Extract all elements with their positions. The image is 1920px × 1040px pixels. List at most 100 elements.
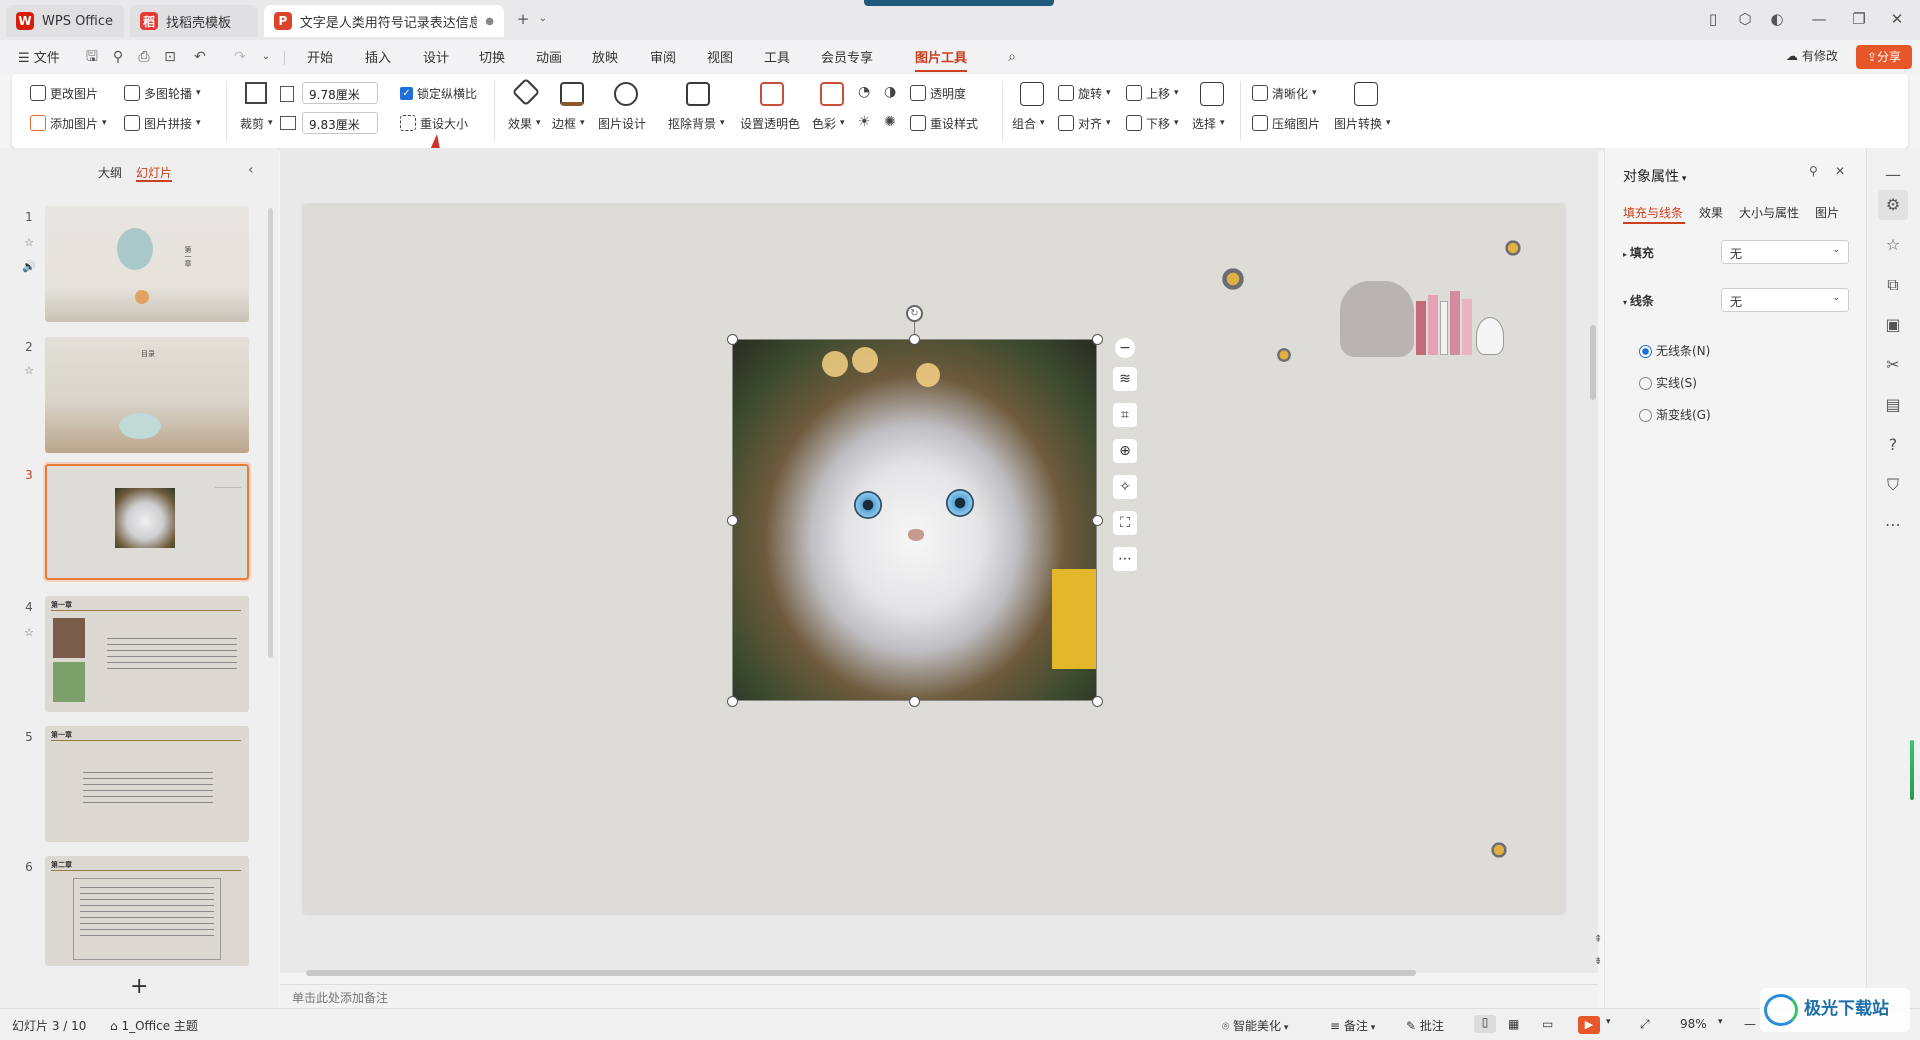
shirt-icon[interactable]: ⛉ — [1878, 470, 1908, 500]
more-options-icon[interactable]: ⋯ — [1112, 546, 1138, 572]
remove-bg-button[interactable]: 抠除背景 ▾ — [668, 82, 732, 142]
menu-animation[interactable]: 动画 — [536, 47, 562, 67]
copy-icon[interactable]: ⧉ — [1878, 270, 1908, 300]
slides-tab[interactable]: 幻灯片 — [136, 164, 172, 181]
multi-carousel-button[interactable]: 多图轮播 ▾ — [124, 82, 201, 104]
more-chevron-icon[interactable]: ⌄ — [256, 47, 276, 67]
radio-no-line[interactable]: 无线条(N) — [1639, 342, 1710, 359]
move-down-button[interactable]: 下移 ▾ — [1126, 112, 1179, 134]
radio-solid-line[interactable]: 实线(S) — [1639, 374, 1697, 391]
resize-handle[interactable] — [1092, 334, 1103, 345]
convert-button[interactable]: 图片转换 ▾ — [1334, 82, 1398, 142]
menu-review[interactable]: 审阅 — [650, 47, 676, 67]
contrast-up-icon[interactable]: ◑ — [884, 84, 896, 100]
resize-handle[interactable] — [909, 696, 920, 707]
width-field[interactable]: 9.78厘米 — [302, 82, 378, 104]
change-picture-button[interactable]: 更改图片 — [30, 82, 98, 104]
resize-handle[interactable] — [727, 515, 738, 526]
avatar-icon[interactable]: ◐ — [1766, 8, 1788, 30]
line-select[interactable]: 无 ⌄ — [1721, 288, 1849, 312]
tab-effects[interactable]: 效果 — [1699, 204, 1723, 221]
add-slide-icon[interactable]: + — [130, 974, 148, 999]
resize-handle[interactable] — [1092, 515, 1103, 526]
minimize-sidebar-icon[interactable]: — — [1878, 160, 1908, 190]
share-button[interactable]: ⇪分享 — [1856, 45, 1912, 69]
scrollbar-thumb[interactable] — [1590, 325, 1596, 400]
outline-tab[interactable]: 大纲 — [98, 164, 122, 181]
collapse-panel-icon[interactable]: ‹ — [248, 162, 254, 178]
menu-tools[interactable]: 工具 — [764, 47, 790, 67]
theme-name[interactable]: ⌂ 1_Office 主题 — [110, 1017, 198, 1034]
play-slideshow-icon[interactable]: ▶ — [1578, 1016, 1600, 1034]
tab-picture[interactable]: 图片 — [1815, 204, 1839, 221]
layout-icon[interactable]: ▯ — [1702, 8, 1724, 30]
cube-icon[interactable]: ⬡ — [1734, 8, 1756, 30]
prev-slide-icon[interactable]: ⇞ — [1594, 934, 1602, 945]
play-options-chevron-icon[interactable]: ▾ — [1606, 1017, 1611, 1027]
picture-edit-icon[interactable]: ▣ — [1878, 310, 1908, 340]
print-icon[interactable]: ⎙ — [134, 47, 154, 67]
align-button[interactable]: 对齐 ▾ — [1058, 112, 1111, 134]
group-button[interactable]: 组合 ▾ — [1012, 82, 1052, 142]
move-up-button[interactable]: 上移 ▾ — [1126, 82, 1179, 104]
restore-icon[interactable]: ❐ — [1848, 8, 1870, 30]
help-icon[interactable]: ? — [1878, 430, 1908, 460]
picture-design-button[interactable]: 图片设计 — [598, 82, 658, 142]
slide-thumbnail-6[interactable]: 第二章 — [45, 856, 249, 966]
zoom-out-icon[interactable]: — — [1744, 1017, 1756, 1031]
grid-view-icon[interactable]: ▦ — [1508, 1017, 1519, 1031]
brightness-down-icon[interactable]: ☀ — [858, 114, 871, 130]
lock-ratio-checkbox[interactable]: ✓ 锁定纵横比 — [400, 82, 477, 104]
print-preview-icon[interactable]: ⊡ — [160, 47, 180, 67]
crop-tool-icon[interactable]: ⌗ — [1112, 402, 1138, 428]
crop-button[interactable]: 裁剪 ▾ — [240, 82, 274, 142]
notes-button[interactable]: ≡ 备注 ▾ — [1330, 1017, 1375, 1034]
book-icon[interactable]: ▤ — [1878, 390, 1908, 420]
undo-icon[interactable]: ↶ — [190, 47, 210, 67]
add-picture-button[interactable]: 添加图片 ▾ — [30, 112, 107, 134]
close-panel-icon[interactable]: ✕ — [1835, 164, 1845, 178]
border-button[interactable]: 边框 ▾ — [552, 82, 592, 142]
height-field[interactable]: 9.83厘米 — [302, 112, 378, 134]
new-tab-icon[interactable]: + — [512, 8, 534, 30]
resize-handle[interactable] — [727, 696, 738, 707]
scan-icon[interactable]: ⛶ — [1112, 510, 1138, 536]
resize-handle[interactable] — [909, 334, 920, 345]
transparency-button[interactable]: 透明度 — [910, 82, 966, 104]
magic-tool-icon[interactable]: ✧ — [1112, 474, 1138, 500]
reset-style-button[interactable]: 重设样式 — [910, 112, 978, 134]
resize-handle[interactable] — [727, 334, 738, 345]
find-icon[interactable]: ⚲ — [108, 47, 128, 67]
tools-icon[interactable]: ✂ — [1878, 350, 1908, 380]
layers-icon[interactable]: ≋ — [1112, 366, 1138, 392]
rotate-button[interactable]: 旋转 ▾ — [1058, 82, 1111, 104]
comments-button[interactable]: ✎ 批注 — [1406, 1017, 1444, 1034]
zoom-in-icon[interactable]: ⊕ — [1112, 438, 1138, 464]
properties-icon[interactable]: ⚙ — [1878, 190, 1908, 220]
minimize-icon[interactable]: — — [1808, 8, 1830, 30]
pin-icon[interactable]: ⚲ — [1809, 164, 1818, 178]
tab-fill-line[interactable]: 填充与线条 — [1623, 204, 1683, 221]
more-icon[interactable]: ⋯ — [1878, 510, 1908, 540]
zoom-chevron-icon[interactable]: ▾ — [1718, 1017, 1723, 1027]
file-menu[interactable]: ☰ 文件 — [18, 47, 60, 67]
smart-beautify-button[interactable]: ⌾ 智能美化 ▾ — [1222, 1017, 1288, 1034]
tab-template[interactable]: 稻 找稻壳模板 — [130, 5, 258, 37]
menu-picture-tools[interactable]: 图片工具 — [915, 47, 967, 67]
next-slide-icon[interactable]: ⇟ — [1594, 956, 1602, 967]
set-transparent-button[interactable]: 设置透明色 — [740, 82, 804, 142]
reading-view-icon[interactable]: ▭ — [1542, 1017, 1553, 1031]
fill-section[interactable]: ▸ 填充 — [1623, 244, 1654, 261]
redo-icon[interactable]: ↷ — [230, 47, 250, 67]
scrollbar-thumb[interactable] — [306, 970, 1416, 976]
menu-design[interactable]: 设计 — [423, 47, 449, 67]
fill-select[interactable]: 无 ⌄ — [1721, 240, 1849, 264]
menu-slideshow[interactable]: 放映 — [592, 47, 618, 67]
rotate-handle-icon[interactable]: ↻ — [906, 305, 923, 322]
favorites-icon[interactable]: ☆ — [1878, 230, 1908, 260]
notes-area[interactable]: 单击此处添加备注 — [280, 984, 1598, 1008]
brightness-up-icon[interactable]: ◔ — [858, 84, 870, 100]
slide-thumbnail-4[interactable]: 第一章 — [45, 596, 249, 712]
line-section[interactable]: ▾ 线条 — [1623, 292, 1654, 309]
slides-scrollbar[interactable] — [268, 208, 273, 658]
